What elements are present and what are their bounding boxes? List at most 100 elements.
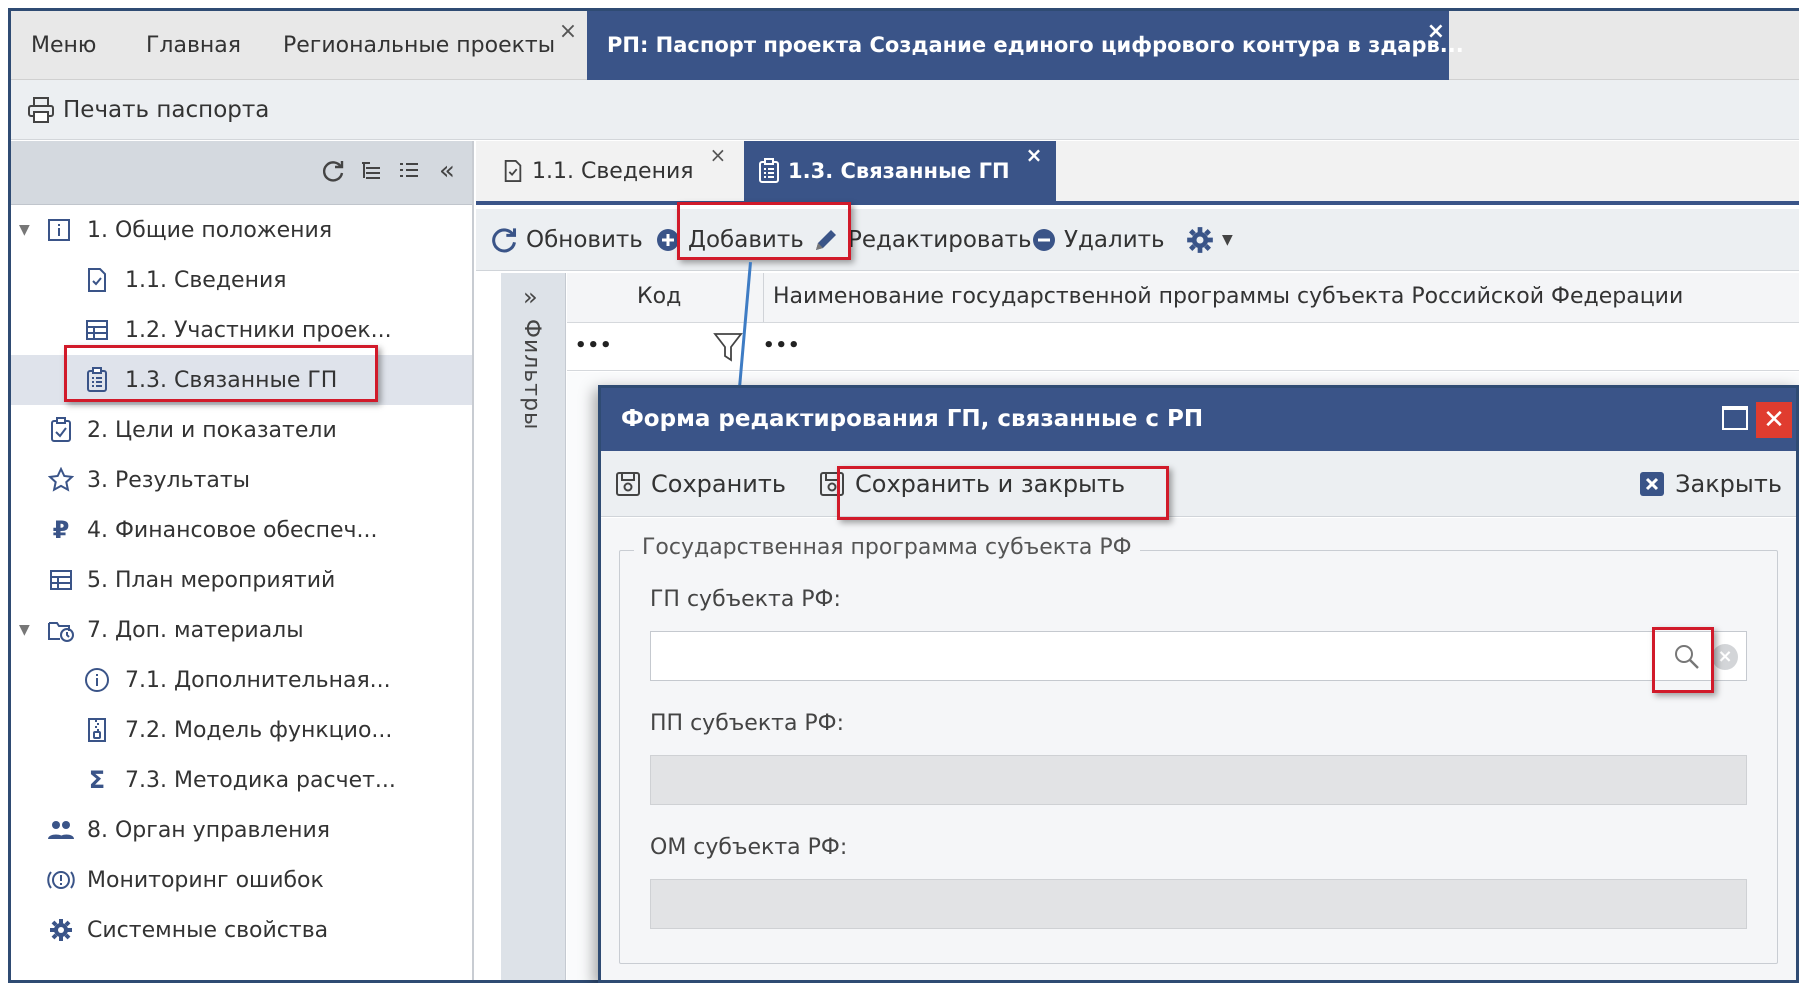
users-icon bbox=[47, 816, 75, 844]
tree-item-results[interactable]: 3. Результаты bbox=[11, 455, 472, 505]
save-label: Сохранить bbox=[651, 470, 786, 498]
expand-filters-icon[interactable]: » bbox=[523, 283, 538, 311]
tab-info-label: 1.1. Сведения bbox=[532, 158, 694, 184]
grid-filter-row: ••• ••• bbox=[567, 323, 1799, 371]
gp-field-label: ГП субъекта РФ: bbox=[650, 587, 841, 612]
maximize-icon[interactable] bbox=[1722, 406, 1748, 430]
tree-item-finance[interactable]: ₽ 4. Финансовое обеспеч... bbox=[11, 505, 472, 555]
tab-home[interactable]: Главная bbox=[126, 11, 261, 80]
close-icon[interactable]: × bbox=[559, 11, 577, 66]
print-passport-button[interactable]: Печать паспорта bbox=[27, 93, 269, 127]
tree-item-related-gp[interactable]: 1.3. Связанные ГП bbox=[11, 355, 472, 405]
tab-passport[interactable]: РП: Паспорт проекта Создание единого циф… bbox=[587, 11, 1464, 80]
grid-header: Код Наименование государственной програм… bbox=[567, 273, 1799, 323]
dialog-close-icon[interactable]: ✕ bbox=[1756, 402, 1792, 438]
tree-item-label: Системные свойства bbox=[87, 917, 329, 943]
dialog-body: Государственная программа субъекта РФ ГП… bbox=[601, 518, 1796, 980]
tree-item-methodology[interactable]: Σ 7.3. Методика расчет... bbox=[11, 755, 472, 805]
expand-tree-icon[interactable] bbox=[358, 157, 384, 185]
info-square-icon bbox=[45, 216, 73, 244]
filter-code-menu[interactable]: ••• bbox=[575, 335, 613, 356]
edit-dialog: Форма редактирования ГП, связанные с РП … bbox=[598, 385, 1799, 983]
tree-item-additional-info[interactable]: 7.1. Дополнительная... bbox=[11, 655, 472, 705]
column-header-code[interactable]: Код bbox=[637, 284, 681, 309]
info-circle-icon bbox=[83, 666, 111, 694]
tree-item-label: 1.2. Участники проек... bbox=[125, 317, 392, 343]
filter-icon[interactable] bbox=[713, 331, 743, 363]
tree-item-label: 7.1. Дополнительная... bbox=[125, 667, 391, 693]
filters-label: Фильтры bbox=[519, 319, 544, 431]
clear-icon[interactable]: × bbox=[1712, 644, 1738, 670]
pp-field-label: ПП субъекта РФ: bbox=[650, 711, 845, 736]
caret-down-icon[interactable]: ▼ bbox=[19, 222, 30, 238]
filter-name-menu[interactable]: ••• bbox=[763, 335, 801, 356]
tree-item-plan[interactable]: 5. План мероприятий bbox=[11, 555, 472, 605]
tree-item-label: Мониторинг ошибок bbox=[87, 867, 324, 893]
tab-regional-projects[interactable]: Региональные проекты × bbox=[263, 11, 577, 80]
gp-field-input[interactable]: × bbox=[650, 631, 1747, 681]
print-passport-label: Печать паспорта bbox=[63, 97, 270, 123]
gp-fieldset: Государственная программа субъекта РФ ГП… bbox=[619, 535, 1778, 964]
tab-menu-label: Меню bbox=[31, 33, 97, 58]
tree-item-label: 1. Общие положения bbox=[87, 217, 333, 243]
close-icon[interactable]: × bbox=[1427, 11, 1445, 66]
om-field-input bbox=[650, 879, 1747, 929]
add-button[interactable]: Добавить bbox=[656, 221, 804, 259]
navigation-panel-header: « bbox=[11, 141, 472, 205]
filters-panel[interactable]: » Фильтры bbox=[501, 273, 566, 980]
caret-down-icon[interactable]: ▼ bbox=[19, 622, 30, 638]
search-icon[interactable] bbox=[1672, 642, 1702, 672]
clipboard-check-icon bbox=[47, 416, 75, 444]
table-icon bbox=[47, 566, 75, 594]
dialog-toolbar: Сохранить Сохранить и закрыть Закрыть bbox=[601, 451, 1796, 517]
save-and-close-label: Сохранить и закрыть bbox=[855, 470, 1126, 498]
tree-item-system-properties[interactable]: Системные свойства bbox=[11, 905, 472, 955]
alert-circle-icon bbox=[47, 866, 75, 894]
grid-toolbar: Обновить Добавить Редактировать Удалить … bbox=[476, 209, 1799, 271]
close-button[interactable]: Закрыть bbox=[1639, 465, 1782, 503]
settings-menu-button[interactable]: ▼ bbox=[1186, 221, 1233, 259]
tree-item-participants[interactable]: 1.2. Участники проек... bbox=[11, 305, 472, 355]
tab-related-gp[interactable]: 1.3. Связанные ГП × bbox=[744, 141, 1057, 201]
save-and-close-button[interactable]: Сохранить и закрыть bbox=[819, 465, 1125, 503]
close-icon[interactable]: × bbox=[710, 143, 727, 167]
dialog-title: Форма редактирования ГП, связанные с РП bbox=[621, 406, 1204, 432]
refresh-button[interactable]: Обновить bbox=[490, 221, 643, 259]
om-field-label: ОМ субъекта РФ: bbox=[650, 835, 848, 860]
top-tab-bar: Меню Главная Региональные проекты × РП: … bbox=[11, 11, 1799, 80]
tree-item-management[interactable]: 8. Орган управления bbox=[11, 805, 472, 855]
document-check-icon bbox=[83, 266, 111, 294]
tree-item-label: 7.2. Модель функцио... bbox=[125, 717, 393, 743]
gear-icon bbox=[1187, 227, 1213, 253]
content-tab-bar: 1.1. Сведения × 1.3. Связанные ГП × bbox=[476, 141, 1799, 205]
delete-button[interactable]: Удалить bbox=[1032, 221, 1165, 259]
edit-button[interactable]: Редактировать bbox=[812, 221, 1032, 259]
tab-menu[interactable]: Меню bbox=[11, 11, 116, 80]
add-label: Добавить bbox=[688, 227, 804, 253]
plus-circle-icon bbox=[657, 229, 679, 251]
refresh-icon[interactable] bbox=[320, 157, 346, 185]
navigation-panel: « ▼ 1. Общие положения 1.1. Сведения 1.2… bbox=[11, 141, 474, 980]
collapse-tree-icon[interactable] bbox=[396, 157, 422, 185]
tree-item-materials[interactable]: ▼ 7. Доп. материалы bbox=[11, 605, 472, 655]
tree-item-label: 7.3. Методика расчет... bbox=[125, 767, 396, 793]
tab-info[interactable]: 1.1. Сведения × bbox=[488, 141, 740, 201]
tab-home-label: Главная bbox=[146, 33, 242, 58]
tree-item-error-monitoring[interactable]: Мониторинг ошибок bbox=[11, 855, 472, 905]
tree-item-label: 1.1. Сведения bbox=[125, 267, 287, 293]
tree-item-general[interactable]: ▼ 1. Общие положения bbox=[11, 205, 472, 255]
delete-label: Удалить bbox=[1064, 227, 1165, 253]
tree-item-goals[interactable]: 2. Цели и показатели bbox=[11, 405, 472, 455]
tree-item-function-model[interactable]: 7.2. Модель функцио... bbox=[11, 705, 472, 755]
tab-related-gp-label: 1.3. Связанные ГП bbox=[788, 159, 1010, 183]
collapse-panel-icon[interactable]: « bbox=[434, 156, 460, 186]
column-header-name[interactable]: Наименование государственной программы с… bbox=[773, 284, 1683, 309]
tree-item-label: 1.3. Связанные ГП bbox=[125, 367, 338, 393]
dialog-title-bar[interactable]: Форма редактирования ГП, связанные с РП … bbox=[601, 388, 1796, 451]
close-icon[interactable]: × bbox=[1026, 143, 1043, 167]
save-button[interactable]: Сохранить bbox=[615, 465, 786, 503]
tree-item-label: 8. Орган управления bbox=[87, 817, 331, 843]
printer-icon bbox=[28, 97, 54, 123]
passport-toolbar: Печать паспорта bbox=[11, 80, 1799, 140]
tree-item-info[interactable]: 1.1. Сведения bbox=[11, 255, 472, 305]
